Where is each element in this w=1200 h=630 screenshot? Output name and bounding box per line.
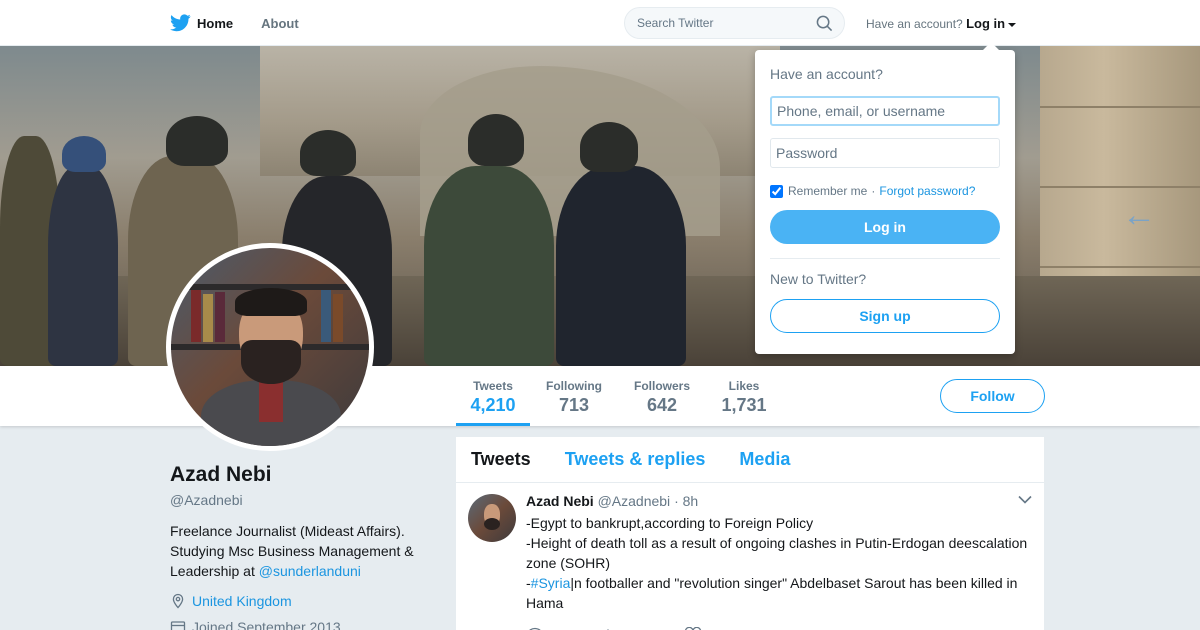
separator-dot: · (871, 184, 876, 198)
avatar-shirt (259, 382, 283, 422)
stat-value: 1,731 (721, 395, 767, 415)
joined-text: Joined September 2013 (192, 619, 341, 630)
remember-me-label[interactable]: Remember me (788, 184, 867, 198)
profile-name[interactable]: Azad Nebi (170, 463, 440, 487)
tweet-line: -Egypt to bankrupt,according to Foreign … (526, 515, 814, 531)
tweet-author-handle[interactable]: @Azadnebi (598, 493, 671, 509)
banner-person (556, 166, 686, 366)
nav-about-label: About (261, 15, 299, 31)
signup-button[interactable]: Sign up (770, 299, 1000, 333)
dropdown-divider (770, 258, 1000, 259)
nav-home-label: Home (197, 15, 234, 31)
book (321, 290, 331, 342)
book (203, 294, 213, 342)
book (191, 290, 201, 342)
avatar-hair (235, 288, 307, 316)
banner-helmet (300, 130, 356, 176)
bio-mention-link[interactable]: @sunderlanduni (259, 563, 361, 579)
chevron-down-icon[interactable] (1018, 495, 1032, 504)
stat-value: 713 (558, 395, 590, 415)
avatar-photo (171, 248, 369, 446)
stat-label: Following (546, 379, 602, 393)
timeline-tabs: Tweets Tweets & replies Media (456, 437, 1044, 483)
banner-wall-line (1040, 186, 1200, 188)
login-dropdown: Have an account? Remember me · Forgot pa… (755, 42, 1015, 354)
remember-me: Remember me · Forgot password? (770, 184, 1000, 198)
login-area: Have an account? Log in (866, 16, 1017, 31)
hashtag-link[interactable]: #Syria (531, 575, 571, 591)
new-to-twitter-text: New to Twitter? (770, 271, 867, 287)
profile-joined: Joined September 2013 (170, 619, 440, 630)
login-question: Have an account? (770, 66, 883, 82)
remember-me-checkbox[interactable] (770, 184, 783, 198)
banner-helmet (468, 114, 524, 166)
login-label: Log in (966, 16, 1006, 31)
stat-label: Followers (633, 379, 690, 393)
tab-tweets[interactable]: Tweets (471, 449, 531, 470)
avatar-beard (241, 340, 301, 384)
stat-label: Tweets (473, 379, 513, 393)
nav-left: Home About (170, 0, 327, 46)
banner-wall-line (1040, 106, 1200, 108)
tweet-time[interactable]: · 8h (674, 493, 698, 509)
search-box (624, 7, 845, 39)
profile-info: Azad Nebi @Azadnebi Freelance Journalist… (170, 463, 440, 630)
search-icon[interactable] (816, 15, 833, 32)
banner-helmet (62, 136, 106, 172)
profile-location: United Kingdom (170, 593, 440, 609)
twitter-bird-icon (170, 14, 191, 32)
dropdown-notch (983, 42, 999, 50)
tab-media[interactable]: Media (739, 449, 790, 470)
banner-wall-line (1040, 266, 1200, 268)
stat-value: 642 (646, 395, 678, 415)
avatar-beard (484, 518, 500, 530)
tweet-header: Azad Nebi @Azadnebi · 8h (526, 493, 1029, 509)
forgot-password-link[interactable]: Forgot password? (879, 184, 975, 198)
banner-person (424, 166, 554, 366)
book (333, 294, 343, 342)
tweet-text: -Egypt to bankrupt,according to Foreign … (526, 513, 1029, 613)
location-pin-icon (172, 593, 184, 609)
calendar-icon (170, 621, 186, 630)
tweet-line: -Height of death toll as a result of ong… (526, 535, 1028, 571)
login-button[interactable]: Log in (770, 210, 1000, 244)
follow-button[interactable]: Follow (940, 379, 1045, 413)
search-input[interactable] (637, 8, 817, 38)
stat-likes[interactable]: Likes 1,731 (716, 366, 772, 426)
tweet[interactable]: Azad Nebi @Azadnebi · 8h -Egypt to bankr… (456, 483, 1044, 630)
book (215, 292, 225, 342)
tab-tweets-replies[interactable]: Tweets & replies (565, 449, 706, 470)
tweet-line-rest: |n footballer and "revolution singer" Ab… (526, 575, 1018, 611)
stat-followers[interactable]: Followers 642 (628, 366, 696, 426)
stat-tweets[interactable]: Tweets 4,210 (456, 366, 530, 426)
tweets-panel: Tweets Tweets & replies Media Azad Nebi … (456, 437, 1044, 630)
have-account-text: Have an account? (866, 17, 963, 31)
profile-handle[interactable]: @Azadnebi (170, 492, 440, 508)
password-field[interactable] (770, 138, 1000, 168)
banner-helmet (166, 116, 228, 166)
tweet-author-name[interactable]: Azad Nebi (526, 493, 594, 509)
nav-about[interactable]: About (261, 16, 299, 31)
stat-value: 4,210 (470, 395, 516, 415)
username-field[interactable] (770, 96, 1000, 126)
profile-bio: Freelance Journalist (Mideast Affairs). … (170, 521, 440, 581)
login-dropdown-toggle[interactable]: Log in (966, 16, 1017, 31)
caret-down-icon (1008, 22, 1017, 27)
stat-following[interactable]: Following 713 (540, 366, 608, 426)
banner-helmet (580, 122, 638, 172)
stat-label: Likes (728, 379, 760, 393)
tweet-line: -#Syria|n footballer and "revolution sin… (526, 573, 1029, 613)
banner-person (48, 166, 118, 366)
tweet-avatar[interactable] (468, 494, 516, 542)
location-text[interactable]: United Kingdom (192, 593, 292, 609)
profile-avatar[interactable] (166, 243, 374, 451)
graffiti-arrow: ← (1122, 196, 1156, 234)
nav-home[interactable]: Home (170, 14, 233, 32)
top-nav-bar: Home About Have an account? Log in (0, 0, 1200, 46)
